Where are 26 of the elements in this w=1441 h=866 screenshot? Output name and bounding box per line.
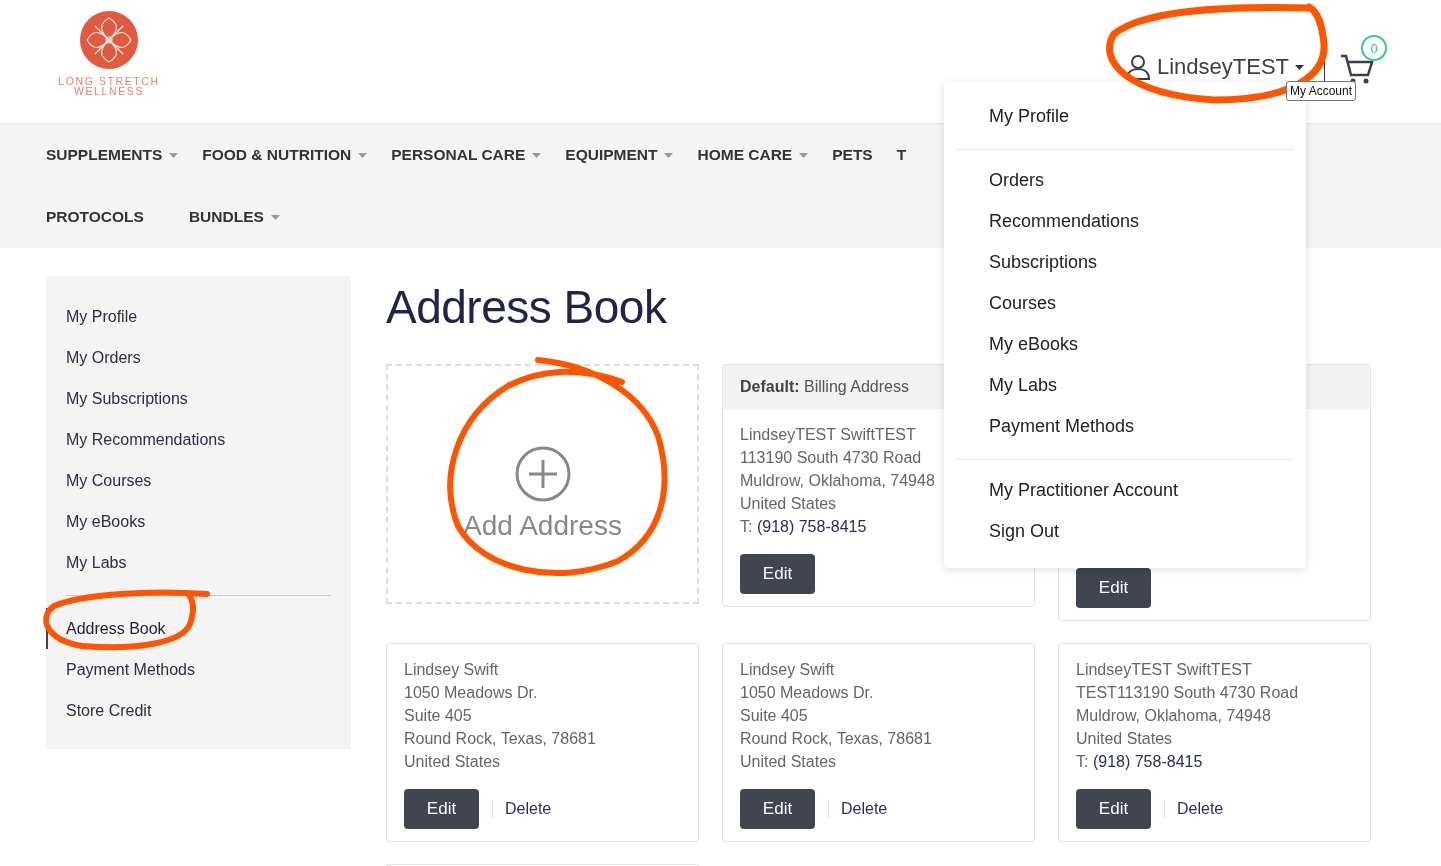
phone-label: T: [740, 518, 753, 535]
address-line: 1050 Meadows Dr. [404, 683, 538, 703]
address-line: Round Rock, Texas, 78681 [740, 729, 932, 749]
tooltip: My Account [1286, 81, 1357, 101]
address-line: Lindsey Swift [740, 660, 835, 680]
address-line: United States [740, 752, 837, 772]
address-line: LindseyTEST SwiftTEST [740, 425, 916, 445]
address-line: Suite 405 [404, 706, 472, 726]
logo-text: WELLNESS [74, 86, 144, 96]
address-line: 113190 South 4730 Road [740, 448, 922, 468]
address-line: 1050 Meadows Dr. [740, 683, 874, 703]
address-line: Muldrow, Oklahoma, 74948 [740, 471, 935, 491]
address-line: TEST113190 South 4730 Road [1076, 683, 1299, 703]
cart-count-badge: 0 [1361, 35, 1387, 61]
logo-text: LONG STRETCH [58, 76, 160, 86]
page-title: Address Book [386, 280, 667, 334]
address-line: United States [1076, 729, 1173, 749]
address-line: Muldrow, Oklahoma, 74948 [1076, 706, 1271, 726]
address-line: Suite 405 [740, 706, 808, 726]
card-header-text: Default: Billing Address [740, 378, 909, 396]
address-line: United States [740, 494, 837, 514]
address-line: Round Rock, Texas, 78681 [404, 729, 596, 749]
address-line: LindseyTEST SwiftTEST [1076, 660, 1252, 680]
phone-label: T: [1076, 753, 1089, 770]
address-line: United States [404, 752, 501, 772]
address-line: Lindsey Swift [404, 660, 499, 680]
